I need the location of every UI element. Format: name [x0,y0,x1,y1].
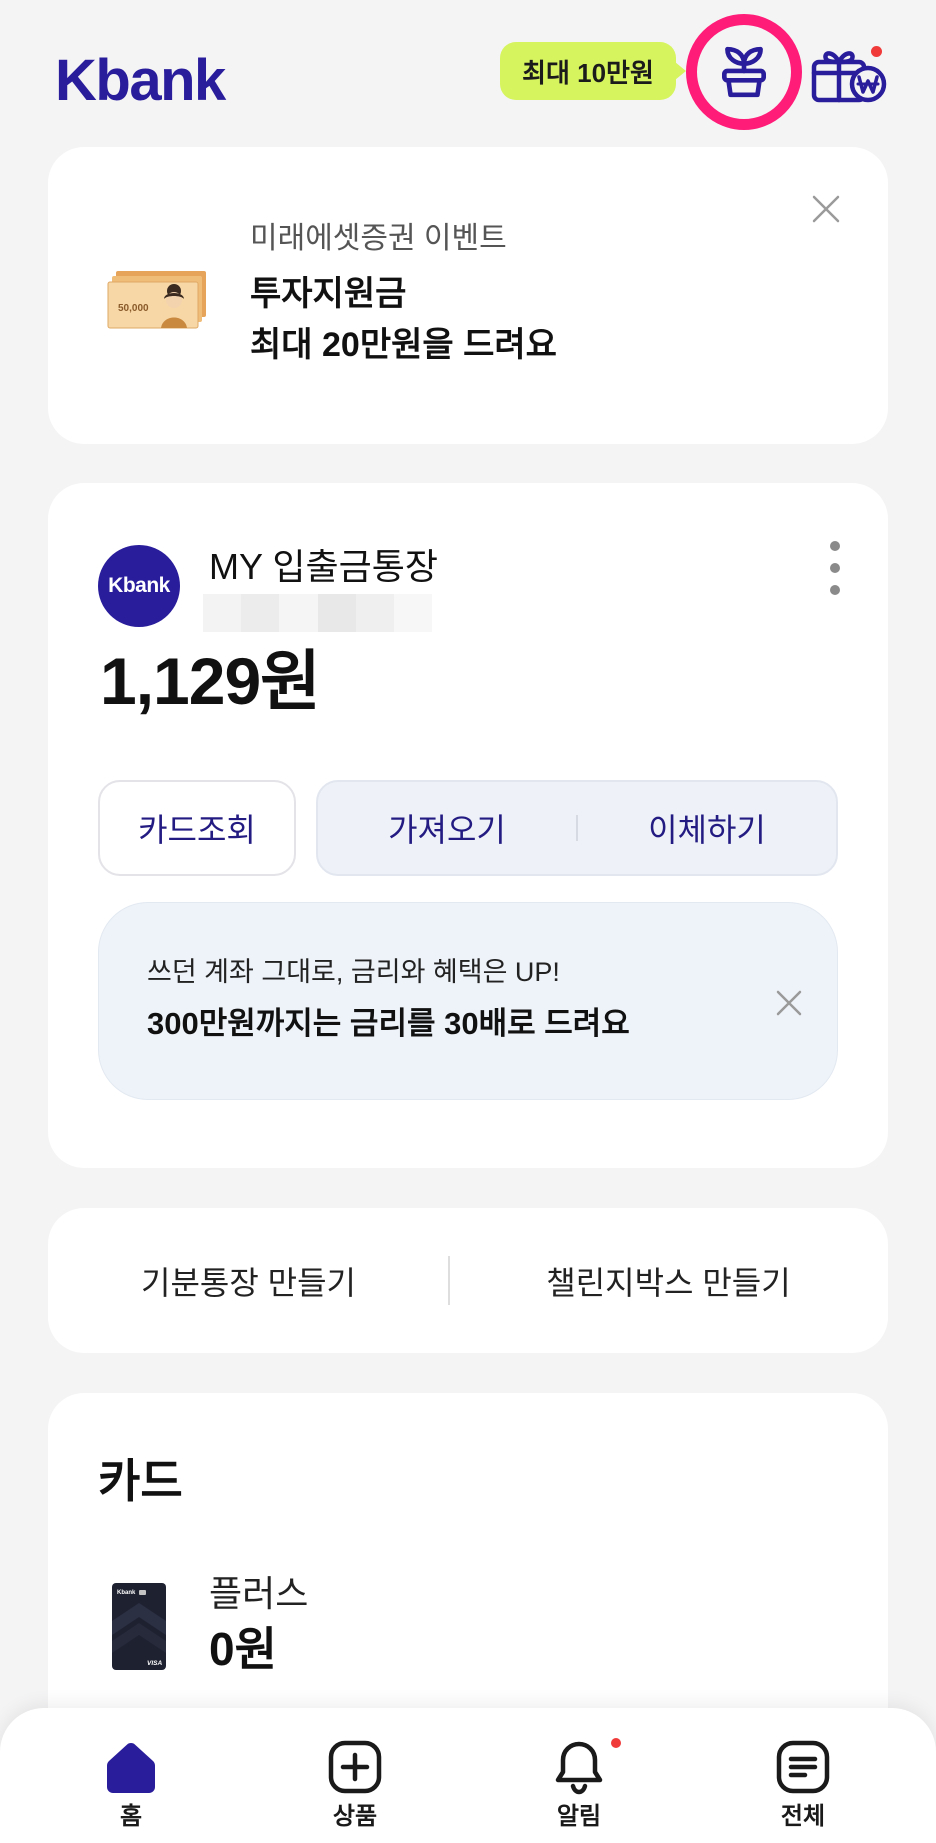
home-icon [107,1743,155,1793]
plus-square-icon [328,1740,382,1794]
card-lookup-label: 카드조회 [138,812,256,848]
card-network-text: VISA [147,1660,162,1667]
banknote-stack-image: 50,000 [107,271,206,329]
event-subtitle: 미래에셋증권 이벤트 [250,222,507,255]
bell-icon [555,1741,603,1795]
nav-item-notifications[interactable]: 알림 [489,1708,669,1843]
nav-label-products: 상품 [332,1803,378,1830]
account-name[interactable]: MY 입출금통장 [209,545,438,588]
masked-block [317,594,356,632]
close-icon[interactable] [811,194,841,224]
quick-link-label: 챌린지박스 만들기 [546,1264,791,1301]
promo-badge[interactable]: 최대 10만원 [500,42,676,100]
card-logo-text: Kbank [117,1590,136,1596]
menu-list-icon [776,1740,830,1794]
nav-label-home: 홈 [119,1803,143,1830]
masked-block [355,594,394,632]
masked-block [203,594,242,632]
nav-item-all[interactable]: 전체 [713,1708,893,1843]
promo-line2: 300만원까지는 금리를 30배로 드려요 [147,1006,630,1041]
card-lookup-button[interactable]: 카드조회 [98,780,296,876]
notification-new-dot [611,1738,621,1748]
challenge-box-create-link[interactable]: 챌린지박스 만들기 [449,1208,888,1353]
account-card[interactable]: Kbank MY 입출금통장 1,129원 카드조회 가져오기 이체하기 쓰던 … [48,483,888,1168]
nav-item-home[interactable]: 홈 [41,1708,221,1843]
account-bank-logo: Kbank [98,545,180,627]
event-title-line2: 최대 20만원을 드려요 [250,326,557,364]
transfer-action-group: 가져오기 이체하기 [316,780,838,876]
card-name: 플러스 [209,1573,309,1614]
event-title-line1: 투자지원금 [250,275,407,313]
rate-promo-banner[interactable]: 쓰던 계좌 그대로, 금리와 혜택은 UP! 300만원까지는 금리를 30배로… [98,902,838,1100]
card-list-item[interactable]: Kbank VISA 플러스 0원 [98,1563,798,1693]
promo-badge-arrow [675,62,686,80]
event-banner-card[interactable]: 50,000 미래에셋증권 이벤트 투자지원금 최대 20만원을 드려요 [48,147,888,444]
promo-line1: 쓰던 계좌 그대로, 금리와 혜택은 UP! [147,957,560,987]
cards-section-title: 카드 [98,1455,183,1507]
gift-new-dot [871,46,882,57]
bottom-nav: 홈 상품 알림 전체 [0,1708,936,1843]
nav-label-all: 전체 [780,1803,826,1830]
kebab-dot [830,585,840,595]
masked-block [279,594,318,632]
close-icon[interactable] [775,989,803,1017]
kbank-logo: Kbank [55,48,226,113]
quick-links-card: 기분통장 만들기 챌린지박스 만들기 [48,1208,888,1353]
nav-label-notifications: 알림 [556,1803,602,1830]
masked-block [241,594,280,632]
transfer-label: 이체하기 [648,812,766,848]
account-balance: 1,129원 [100,644,321,718]
card-amount: 0원 [209,1623,277,1675]
import-label: 가져오기 [388,812,506,848]
masked-account-number [203,594,433,632]
sprout-pot-icon [721,46,767,98]
grow-button[interactable] [686,14,802,130]
transfer-button[interactable]: 이체하기 [578,782,836,874]
card-thumbnail-image: Kbank VISA [112,1583,166,1670]
masked-block [393,594,433,632]
kebab-dot [830,563,840,573]
nav-item-products[interactable]: 상품 [265,1708,445,1843]
quick-link-label: 기분통장 만들기 [141,1264,356,1301]
kebab-menu-icon[interactable] [828,541,842,595]
banknote-value: 50,000 [118,303,149,314]
mood-account-create-link[interactable]: 기분통장 만들기 [48,1208,449,1353]
kebab-dot [830,541,840,551]
import-button[interactable]: 가져오기 [318,782,576,874]
